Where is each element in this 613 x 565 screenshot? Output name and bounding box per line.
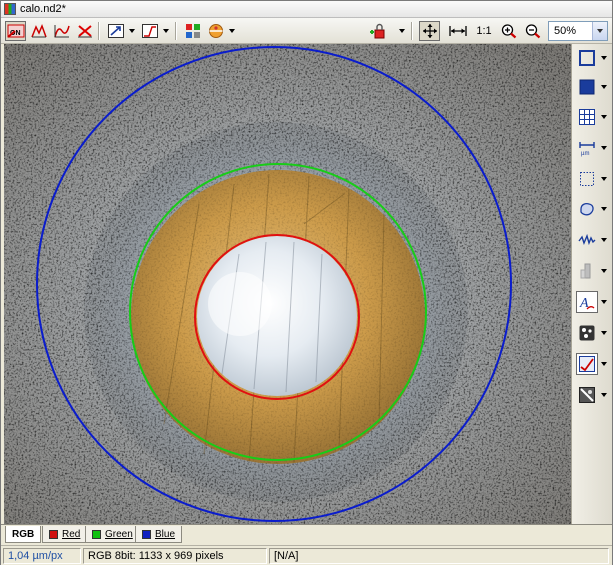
tab-rgb-label: RGB (12, 528, 35, 540)
status-bar: 1,04 µm/px RGB 8bit: 1133 x 969 pixels [… (1, 545, 612, 565)
grid-dropdown[interactable] (599, 106, 608, 128)
rectangle-filled-icon (579, 79, 595, 95)
toolbar-separator (98, 22, 100, 40)
lock-layer-dropdown[interactable] (397, 21, 407, 41)
tab-green[interactable]: Green (85, 526, 140, 543)
reset-lut-button[interactable] (74, 21, 95, 41)
fit-width-icon (448, 26, 467, 36)
rectangle-filled-dropdown[interactable] (599, 76, 608, 98)
app-icon (4, 3, 16, 15)
blue-swatch-icon (142, 529, 151, 539)
fit-to-window-button[interactable] (419, 21, 440, 41)
gamma-curve-dropdown[interactable] (161, 21, 171, 41)
binary-layer-icon (579, 325, 595, 341)
zoom-value: 50% (554, 25, 577, 37)
line-profile-button[interactable] (576, 229, 598, 251)
gamma-curve-button[interactable] (139, 21, 160, 41)
freehand-selection-dropdown[interactable] (599, 198, 608, 220)
rectangle-outline-icon (579, 50, 595, 66)
text-annotation-dropdown[interactable] (599, 291, 608, 313)
bar-measure-dropdown[interactable] (599, 260, 608, 282)
chevron-down-icon[interactable] (592, 22, 607, 40)
color-channels-icon (185, 24, 200, 38)
image-viewport[interactable] (4, 44, 571, 524)
app-window: calo.nd2* ON 1:1 50% µm A RGB Red Green … (0, 0, 613, 565)
bar-measure-button[interactable] (576, 260, 598, 282)
dotted-selection-dropdown[interactable] (599, 168, 608, 190)
calibration-status[interactable]: 1,04 µm/px (3, 548, 81, 564)
lock-layer-icon (369, 23, 384, 39)
line-profile-dropdown[interactable] (599, 229, 608, 251)
measurement-layer-button[interactable] (576, 353, 598, 375)
title-bar: calo.nd2* (1, 1, 612, 18)
overlay-palette-icon (208, 24, 223, 38)
lut-curve-icon (53, 25, 70, 38)
auto-contrast-dropdown[interactable] (127, 21, 137, 41)
on-switch-button[interactable]: ON (5, 21, 26, 41)
mask-layer-dropdown[interactable] (599, 384, 608, 406)
tab-blue[interactable]: Blue (135, 526, 183, 543)
on-switch-icon: ON (6, 24, 24, 38)
micrograph-image[interactable] (4, 44, 571, 524)
zoom-out-button[interactable] (522, 21, 543, 41)
image-info-status: RGB 8bit: 1133 x 969 pixels (83, 548, 267, 564)
rectangle-filled-button[interactable] (576, 76, 598, 98)
scale-bar-dropdown[interactable] (599, 137, 608, 159)
zoom-in-icon (501, 24, 516, 39)
gamma-curve-icon (141, 24, 158, 38)
reset-lut-icon (77, 25, 92, 38)
measurement-layer-icon (579, 356, 595, 372)
rectangle-outline-button[interactable] (576, 47, 598, 69)
tab-blue-label: Blue (155, 528, 176, 540)
auto-contrast-button[interactable] (105, 21, 126, 41)
line-profile-icon (578, 233, 596, 246)
tab-rgb[interactable]: RGB (5, 526, 42, 543)
fit-width-button[interactable] (447, 21, 468, 41)
zoom-out-icon (525, 24, 540, 39)
grid-button[interactable] (576, 106, 598, 128)
annotation-toolbar: µm A (571, 44, 612, 524)
zoom-in-button[interactable] (498, 21, 519, 41)
svg-text:µm: µm (581, 151, 589, 157)
grid-icon (579, 109, 595, 125)
green-swatch-icon (92, 529, 101, 539)
text-annotation-button[interactable]: A (576, 291, 598, 313)
zoom-select[interactable]: 50% (548, 21, 608, 41)
red-swatch-icon (49, 529, 58, 539)
channel-tabs: RGB Red Green Blue (1, 524, 612, 544)
rectangle-outline-dropdown[interactable] (599, 47, 608, 69)
freehand-selection-button[interactable] (576, 198, 598, 220)
mask-layer-icon (579, 387, 595, 403)
actual-size-button[interactable]: 1:1 (474, 22, 494, 40)
overlay-palette-dropdown[interactable] (227, 21, 237, 41)
mask-layer-button[interactable] (576, 384, 598, 406)
dotted-rectangle-selection-icon (580, 172, 594, 186)
lut-curve-button[interactable] (51, 21, 72, 41)
freehand-selection-icon (580, 203, 594, 216)
binary-layer-dropdown[interactable] (599, 322, 608, 344)
measurement-layer-dropdown[interactable] (599, 353, 608, 375)
auto-contrast-icon (107, 24, 124, 38)
tab-red-label: Red (62, 528, 81, 540)
fit-to-window-icon (422, 24, 437, 38)
tab-red[interactable]: Red (42, 526, 88, 543)
scale-bar-icon: µm (579, 142, 595, 157)
scale-bar-button[interactable]: µm (576, 137, 598, 159)
lock-layer-button[interactable] (366, 21, 387, 41)
dotted-selection-button[interactable] (576, 168, 598, 190)
overlay-palette-button[interactable] (205, 21, 226, 41)
color-channels-button[interactable] (182, 21, 203, 41)
histogram-curve-icon (30, 23, 47, 38)
tab-green-label: Green (105, 528, 133, 540)
window-title: calo.nd2* (20, 3, 66, 15)
toolbar: ON 1:1 50% (1, 18, 612, 44)
text-annotation-icon: A (579, 296, 595, 311)
pixel-value-status: [N/A] (269, 548, 609, 564)
binary-layer-button[interactable] (576, 322, 598, 344)
toolbar-separator (411, 22, 413, 40)
toolbar-separator (175, 22, 177, 40)
histogram-curve-button[interactable] (28, 21, 49, 41)
bar-measure-icon (580, 263, 591, 279)
